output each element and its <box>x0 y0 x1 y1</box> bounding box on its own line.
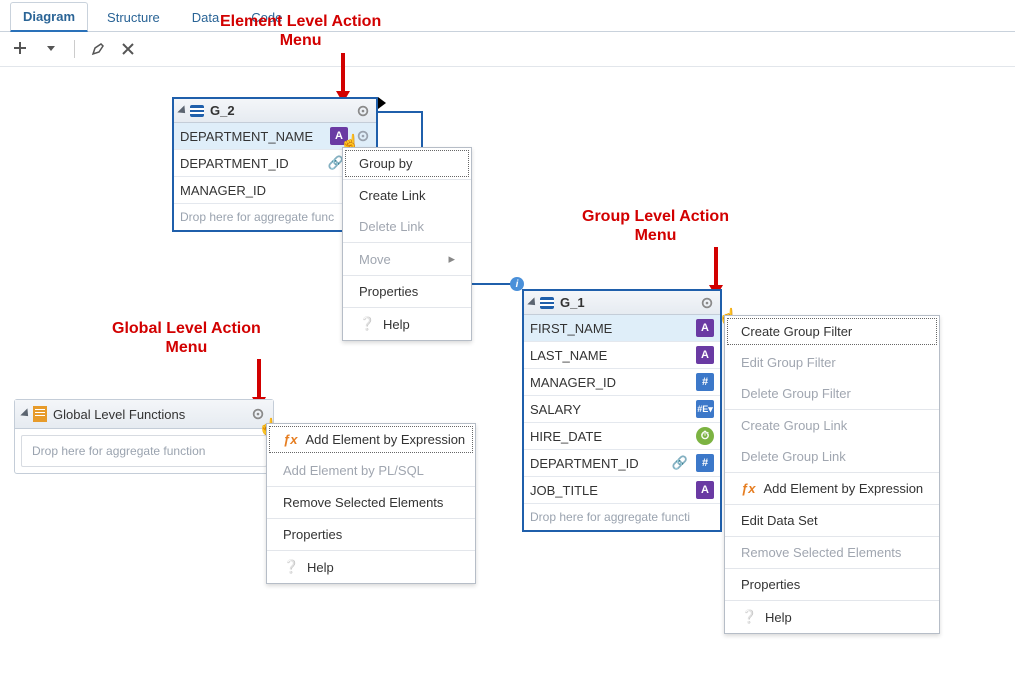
group-g1[interactable]: G_1 FIRST_NAME A LAST_NAME A MANAGER_ID # S… <box>522 289 722 532</box>
field-row[interactable]: FIRST_NAME A <box>524 315 720 342</box>
field-row[interactable]: HIRE_DATE ⏱ <box>524 423 720 450</box>
field-name: DEPARTMENT_ID <box>180 156 324 171</box>
type-badge-date: ⏱ <box>696 427 714 445</box>
field-name: HIRE_DATE <box>530 429 692 444</box>
menu-properties[interactable]: Properties <box>725 569 939 600</box>
diagram-toolbar <box>0 32 1015 67</box>
help-icon: ❔ <box>283 559 299 575</box>
field-name: DEPARTMENT_ID <box>530 456 668 471</box>
field-row[interactable]: DEPARTMENT_ID 🔗 # <box>524 450 720 477</box>
field-row[interactable]: LAST_NAME A <box>524 342 720 369</box>
group-g1-title: G_1 <box>560 295 585 310</box>
field-name: JOB_TITLE <box>530 483 692 498</box>
group-g2-title: G_2 <box>210 103 235 118</box>
menu-remove-selected[interactable]: Remove Selected Elements <box>267 487 475 518</box>
fx-icon: ƒx <box>283 432 297 447</box>
group-level-menu: Create Group Filter Edit Group Filter De… <box>724 315 940 634</box>
dataset-icon <box>540 297 554 309</box>
field-row[interactable]: SALARY #E▾ <box>524 396 720 423</box>
gear-icon[interactable] <box>700 296 714 310</box>
gear-icon[interactable] <box>356 104 370 118</box>
element-level-menu: Group by Create Link Delete Link Move▸ P… <box>342 147 472 341</box>
global-functions[interactable]: Global Level Functions Drop here for agg… <box>14 399 274 474</box>
menu-properties[interactable]: Properties <box>343 276 471 307</box>
menu-create-group-link[interactable]: Create Group Link <box>725 410 939 441</box>
annotation-global: Global Level ActionMenu <box>112 319 261 357</box>
menu-delete-group-filter[interactable]: Delete Group Filter <box>725 378 939 409</box>
field-row[interactable]: MANAGER_ID # <box>524 369 720 396</box>
tab-diagram[interactable]: Diagram <box>10 2 88 32</box>
group-g2-header[interactable]: G_2 <box>174 99 376 123</box>
delete-button[interactable] <box>117 38 139 60</box>
diagram-canvas[interactable]: Element Level ActionMenu Group Level Act… <box>0 67 1015 690</box>
type-badge-alpha: A <box>696 319 714 337</box>
menu-remove-selected[interactable]: Remove Selected Elements <box>725 537 939 568</box>
menu-help[interactable]: ❔Help <box>725 601 939 633</box>
add-dropdown[interactable] <box>40 38 62 60</box>
aggregate-drop[interactable]: Drop here for aggregate function <box>21 435 267 467</box>
type-badge-alpha: A <box>696 346 714 364</box>
connector <box>378 111 423 113</box>
link-icon: 🔗 <box>672 455 688 471</box>
menu-help[interactable]: ❔Help <box>267 551 475 583</box>
type-badge-number: # <box>696 373 714 391</box>
type-badge-number: # <box>696 454 714 472</box>
field-name: SALARY <box>530 402 692 417</box>
menu-move[interactable]: Move▸ <box>343 243 471 275</box>
global-level-menu: ƒxAdd Element by Expression Add Element … <box>266 423 476 584</box>
global-header[interactable]: Global Level Functions <box>15 400 273 429</box>
menu-help[interactable]: ❔Help <box>343 308 471 340</box>
dataset-icon <box>190 105 204 117</box>
field-row[interactable]: JOB_TITLE A <box>524 477 720 504</box>
document-icon <box>33 406 47 422</box>
menu-properties[interactable]: Properties <box>267 519 475 550</box>
menu-add-element-plsql[interactable]: Add Element by PL/SQL <box>267 455 475 486</box>
annotation-element: Element Level ActionMenu <box>220 12 381 50</box>
menu-edit-group-filter[interactable]: Edit Group Filter <box>725 347 939 378</box>
tab-structure[interactable]: Structure <box>94 3 173 31</box>
field-name: DEPARTMENT_NAME <box>180 129 326 144</box>
arrow-element <box>336 53 350 103</box>
type-badge-currency: #E▾ <box>696 400 714 418</box>
help-icon: ❔ <box>741 609 757 625</box>
menu-delete-link[interactable]: Delete Link <box>343 211 471 242</box>
tab-bar: Diagram Structure Data Code <box>0 0 1015 32</box>
field-name: MANAGER_ID <box>530 375 692 390</box>
menu-create-link[interactable]: Create Link <box>343 180 471 211</box>
add-button[interactable] <box>10 38 32 60</box>
field-name: FIRST_NAME <box>530 321 692 336</box>
global-title: Global Level Functions <box>53 407 185 422</box>
collapse-icon[interactable] <box>527 297 538 308</box>
edit-button[interactable] <box>87 38 109 60</box>
type-badge-alpha: A <box>696 481 714 499</box>
menu-add-element-expression[interactable]: ƒxAdd Element by Expression <box>725 473 939 504</box>
collapse-icon[interactable] <box>20 408 31 419</box>
menu-edit-data-set[interactable]: Edit Data Set <box>725 505 939 536</box>
annotation-group: Group Level ActionMenu <box>582 207 729 245</box>
menu-group-by[interactable]: Group by <box>343 148 471 179</box>
output-arrow-icon <box>378 97 386 109</box>
field-name: LAST_NAME <box>530 348 692 363</box>
aggregate-drop[interactable]: Drop here for aggregate functi <box>524 504 720 530</box>
help-icon: ❔ <box>359 316 375 332</box>
fx-icon: ƒx <box>741 481 755 496</box>
menu-create-group-filter[interactable]: Create Group Filter <box>725 316 939 347</box>
collapse-icon[interactable] <box>177 105 188 116</box>
menu-add-element-expression[interactable]: ƒxAdd Element by Expression <box>267 424 475 455</box>
separator <box>74 40 75 58</box>
field-name: MANAGER_ID <box>180 183 348 198</box>
group-g1-header[interactable]: G_1 <box>524 291 720 315</box>
menu-delete-group-link[interactable]: Delete Group Link <box>725 441 939 472</box>
